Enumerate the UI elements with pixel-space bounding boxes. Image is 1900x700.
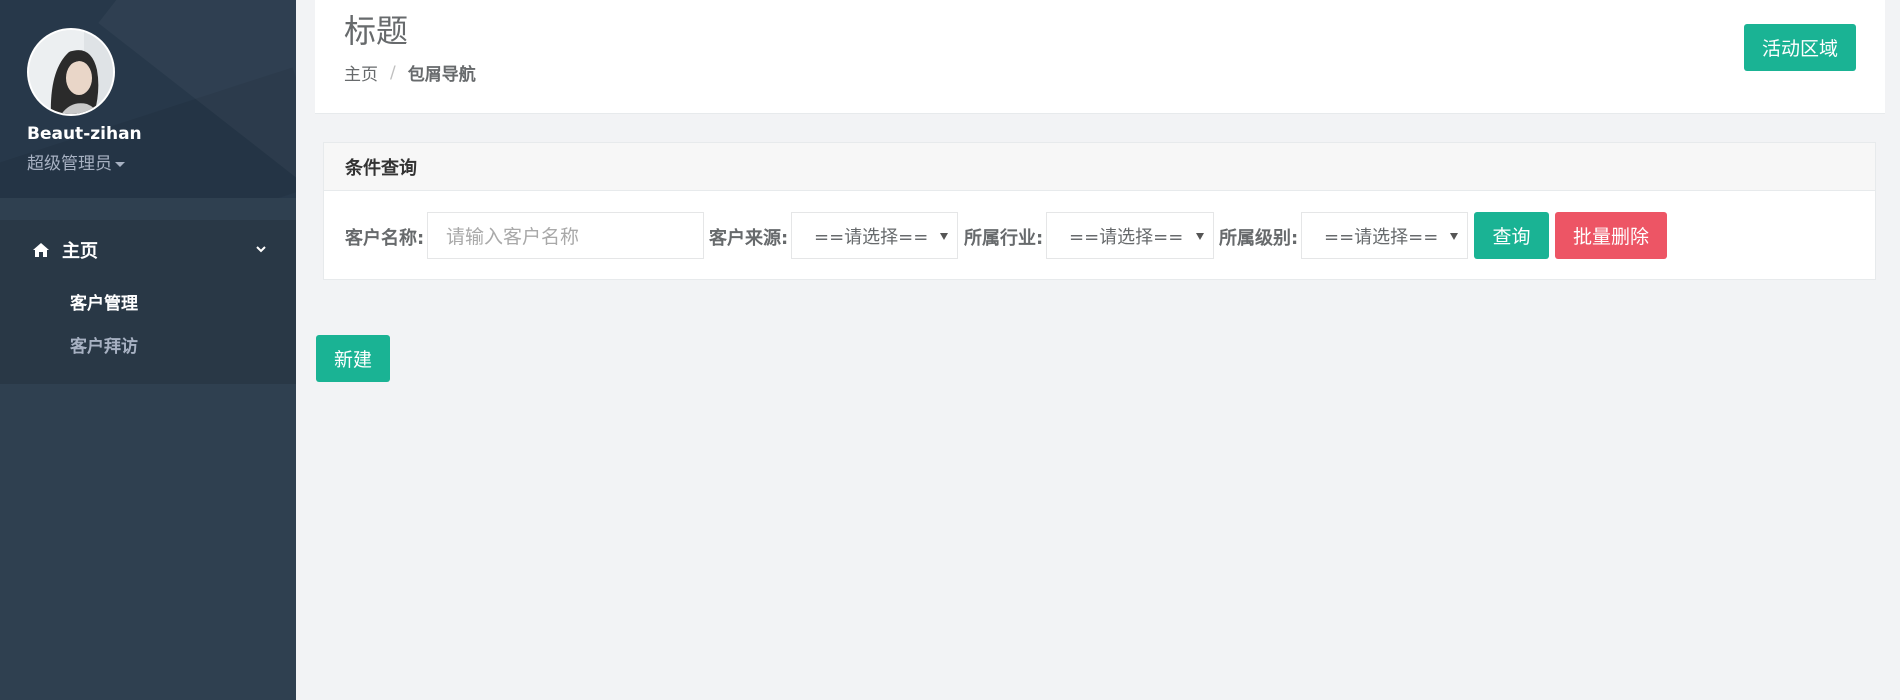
dropdown-arrow-icon (1450, 233, 1458, 240)
active-area-button[interactable]: 活动区域 (1744, 24, 1856, 71)
customer-source-value: ==请选择== (814, 226, 929, 248)
dropdown-arrow-icon (940, 233, 948, 240)
page-title: 标题 (344, 12, 409, 50)
page-header: 标题 主页 / 包屑导航 活动区域 (315, 0, 1885, 114)
sidebar-item-label: 主页 (62, 241, 98, 262)
industry-select[interactable]: ==请选择== (1046, 212, 1214, 259)
sidebar-item-customer-management[interactable]: 客户管理 (0, 280, 296, 323)
caret-down-icon (115, 161, 125, 167)
customer-name-label: 客户名称: (345, 228, 425, 249)
batch-delete-button[interactable]: 批量删除 (1555, 212, 1667, 259)
chevron-down-icon (256, 246, 266, 253)
home-icon (33, 243, 49, 257)
customer-source-select[interactable]: ==请选择== (791, 212, 958, 259)
industry-label: 所属行业: (964, 228, 1044, 249)
query-panel: 条件查询 客户名称: 请输入客户名称 客户来源: ==请选择== 所属行业: =… (323, 142, 1876, 280)
role-label: 超级管理员 (27, 154, 112, 174)
sidebar-item-home[interactable]: 主页 (0, 220, 296, 280)
customer-source-label: 客户来源: (709, 228, 789, 249)
sidebar-item-customer-visit[interactable]: 客户拜访 (0, 323, 296, 366)
level-select[interactable]: ==请选择== (1301, 212, 1468, 259)
breadcrumb-home-link[interactable]: 主页 (344, 60, 378, 85)
breadcrumb: 主页 / 包屑导航 (344, 60, 476, 86)
breadcrumb-current: 包屑导航 (407, 65, 476, 85)
sidebar-nav: 主页 客户管理 客户拜访 (0, 220, 296, 384)
filter-row: 客户名称: 请输入客户名称 客户来源: ==请选择== 所属行业: ==请选择=… (324, 212, 1875, 259)
industry-value: ==请选择== (1069, 226, 1184, 248)
role-dropdown[interactable]: 超级管理员 (27, 149, 125, 174)
level-label: 所属级别: (1219, 228, 1299, 249)
avatar-image (29, 30, 113, 114)
sidebar: Beaut-zihan 超级管理员 主页 客户管理 客户拜访 (0, 0, 296, 700)
new-button[interactable]: 新建 (316, 335, 390, 382)
username: Beaut-zihan (27, 124, 142, 144)
level-value: ==请选择== (1324, 226, 1439, 248)
avatar[interactable] (27, 28, 115, 116)
breadcrumb-separator: / (390, 62, 396, 83)
search-button[interactable]: 查询 (1474, 212, 1549, 259)
profile-section: Beaut-zihan 超级管理员 (0, 0, 296, 198)
panel-title: 条件查询 (324, 143, 1875, 191)
dropdown-arrow-icon (1196, 233, 1204, 240)
customer-name-input[interactable]: 请输入客户名称 (427, 212, 704, 259)
customer-name-placeholder: 请输入客户名称 (446, 226, 580, 248)
